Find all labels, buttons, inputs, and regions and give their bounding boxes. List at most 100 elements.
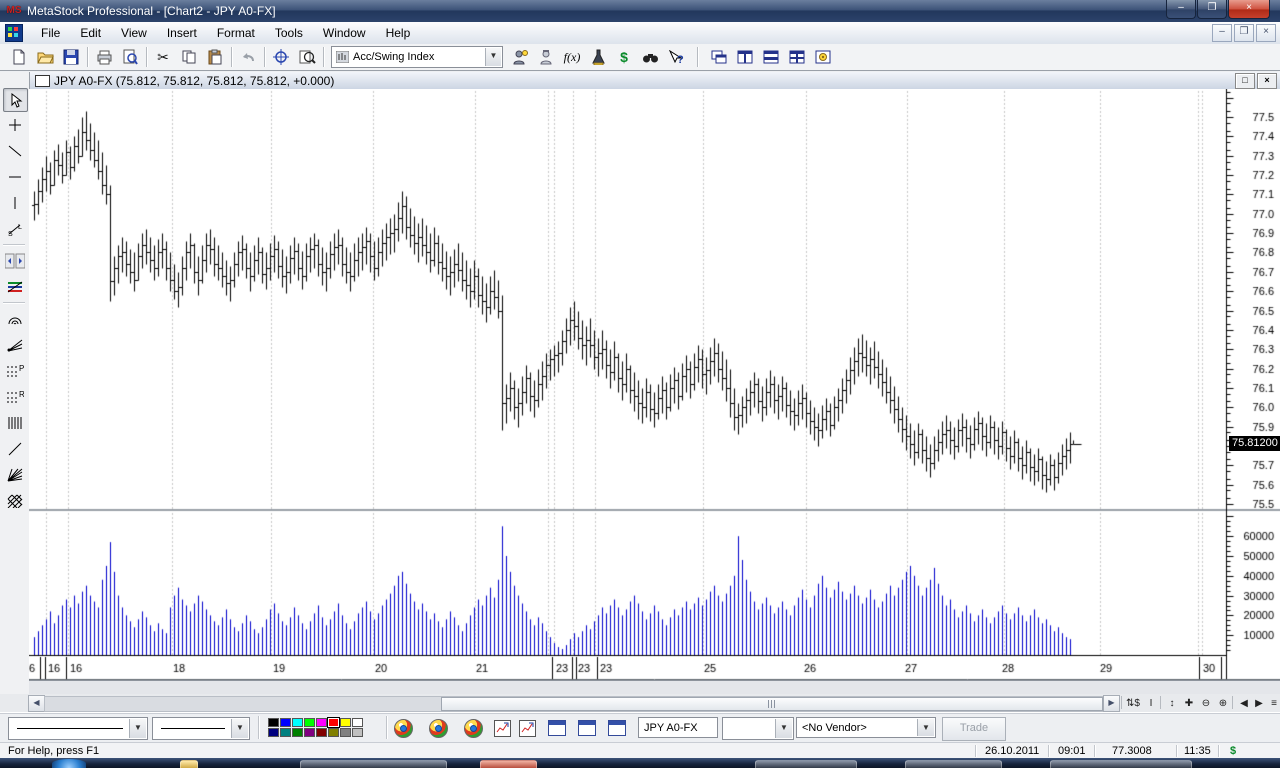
- mdi-minimize-button[interactable]: –: [1212, 24, 1232, 42]
- line-weight-combobox[interactable]: ▼: [152, 717, 250, 740]
- line-studies-palette-tool[interactable]: [3, 276, 26, 298]
- vertical-line-tool[interactable]: [3, 192, 26, 214]
- chart-window-titlebar[interactable]: JPY A0-FX (75.812, 75.812, 75.812, 75.81…: [29, 72, 1280, 90]
- new-chart-button[interactable]: [6, 46, 32, 68]
- taskbar-icon-1[interactable]: [180, 760, 198, 768]
- layout-icon-3[interactable]: [608, 720, 626, 736]
- refresh-chart-icon-2[interactable]: [519, 720, 536, 737]
- color-swatch[interactable]: [268, 718, 279, 727]
- find-button[interactable]: [637, 46, 663, 68]
- menu-view[interactable]: View: [111, 23, 157, 43]
- menu-insert[interactable]: Insert: [157, 23, 207, 43]
- tile-grid-button[interactable]: [784, 46, 810, 68]
- context-help-button[interactable]: ?: [663, 46, 689, 68]
- color-swatch[interactable]: [304, 728, 315, 737]
- zoom-in-button[interactable]: ⊕: [1215, 696, 1231, 711]
- vendor-combobox[interactable]: <No Vendor> ▼: [796, 717, 936, 738]
- crosshair-pointer-button[interactable]: [268, 46, 294, 68]
- menu-edit[interactable]: Edit: [70, 23, 111, 43]
- undo-button[interactable]: [235, 46, 261, 68]
- indicator-combobox[interactable]: Acc/Swing Index ▼: [331, 46, 503, 68]
- save-button[interactable]: [58, 46, 84, 68]
- color-swatch[interactable]: [340, 718, 351, 727]
- refresh-chart-icon-1[interactable]: [494, 720, 511, 737]
- cut-button[interactable]: ✂: [150, 46, 176, 68]
- copy-button[interactable]: [176, 46, 202, 68]
- indicator-builder-button[interactable]: f(x): [559, 46, 585, 68]
- quotecenter-icon-2[interactable]: [429, 719, 448, 738]
- expand-vertical-button[interactable]: ↕: [1164, 696, 1180, 711]
- layout-icon-1[interactable]: [548, 720, 566, 736]
- symbol-field[interactable]: JPY A0-FX: [638, 717, 718, 738]
- gann-fan-tool[interactable]: [3, 464, 26, 486]
- color-swatch[interactable]: [340, 728, 351, 737]
- line-style-arrow[interactable]: ▼: [129, 719, 146, 738]
- rescale-y-axis-button[interactable]: ⇅$: [1125, 696, 1141, 711]
- fibonacci-projection-tool[interactable]: P: [3, 360, 26, 382]
- horizontal-line-tool[interactable]: [3, 166, 26, 188]
- next-chart-button[interactable]: ▶: [1251, 696, 1267, 711]
- quotecenter-icon-1[interactable]: [394, 719, 413, 738]
- fibonacci-retracement-tool[interactable]: R: [3, 386, 26, 408]
- pan-chart-button[interactable]: ✚: [1181, 696, 1197, 711]
- quotecenter-icon-3[interactable]: [464, 719, 483, 738]
- color-palette[interactable]: [268, 718, 364, 738]
- pointer-tool[interactable]: [3, 88, 28, 112]
- taskbar-button-ms[interactable]: [1050, 760, 1192, 768]
- period-arrow[interactable]: ▼: [775, 719, 792, 738]
- color-swatch[interactable]: [292, 718, 303, 727]
- crosshair-tool[interactable]: [3, 114, 26, 136]
- trade-button[interactable]: Trade: [942, 717, 1006, 741]
- color-swatch[interactable]: [316, 718, 327, 727]
- period-combobox[interactable]: ▼: [722, 717, 794, 740]
- scroll-left-button[interactable]: ◀: [28, 695, 45, 712]
- color-swatch[interactable]: [280, 718, 291, 727]
- taskbar-button-3[interactable]: [755, 760, 857, 768]
- color-swatch[interactable]: [280, 728, 291, 737]
- menu-window[interactable]: Window: [313, 23, 376, 43]
- previous-chart-button[interactable]: ◀: [1236, 696, 1252, 711]
- tile-vertical-button[interactable]: [732, 46, 758, 68]
- color-swatch[interactable]: [328, 718, 339, 727]
- combobox-dropdown-arrow[interactable]: ▼: [485, 48, 501, 66]
- taskbar-button-1[interactable]: [300, 760, 447, 768]
- insert-text-button[interactable]: I: [1143, 696, 1159, 711]
- zoom-chart-button[interactable]: [294, 46, 320, 68]
- minimize-button[interactable]: –: [1166, 0, 1196, 19]
- trendline-tool[interactable]: [3, 140, 26, 162]
- periodicity-tool[interactable]: [3, 250, 26, 272]
- workspace-options-button[interactable]: [810, 46, 836, 68]
- close-button[interactable]: ×: [1228, 0, 1270, 19]
- chart-maximize-button[interactable]: □: [1235, 73, 1255, 89]
- expert-advisor-button[interactable]: [507, 46, 533, 68]
- color-swatch[interactable]: [268, 728, 279, 737]
- line-style-combobox[interactable]: ▼: [8, 717, 148, 740]
- restore-button[interactable]: ❐: [1197, 0, 1227, 19]
- zoom-out-button[interactable]: ⊖: [1198, 696, 1214, 711]
- speed-line-tool[interactable]: [3, 438, 26, 460]
- mdi-close-button[interactable]: ×: [1256, 24, 1276, 42]
- chart-list-button[interactable]: ≡: [1266, 696, 1280, 711]
- color-swatch[interactable]: [352, 718, 363, 727]
- title-bar[interactable]: MS MetaStock Professional - [Chart2 - JP…: [0, 0, 1280, 22]
- color-swatch[interactable]: [316, 728, 327, 737]
- start-orb[interactable]: [52, 759, 86, 768]
- color-swatch[interactable]: [352, 728, 363, 737]
- line-weight-arrow[interactable]: ▼: [231, 719, 248, 738]
- taskbar-button-4[interactable]: [905, 760, 1002, 768]
- scroll-right-button[interactable]: ▶: [1103, 695, 1120, 712]
- menu-help[interactable]: Help: [376, 23, 421, 43]
- fibonacci-arcs-tool[interactable]: [3, 308, 26, 330]
- options-scope-button[interactable]: $: [611, 46, 637, 68]
- cascade-windows-button[interactable]: [706, 46, 732, 68]
- print-preview-button[interactable]: [117, 46, 143, 68]
- taskbar-button-2[interactable]: [480, 760, 537, 768]
- menu-file[interactable]: File: [31, 23, 70, 43]
- price-volume-chart[interactable]: [29, 89, 1280, 680]
- print-button[interactable]: [91, 46, 117, 68]
- tile-horizontal-button[interactable]: [758, 46, 784, 68]
- trendline-label-tool[interactable]: SL: [3, 218, 26, 240]
- color-swatch[interactable]: [328, 728, 339, 737]
- open-chart-button[interactable]: [32, 46, 58, 68]
- color-swatch[interactable]: [292, 728, 303, 737]
